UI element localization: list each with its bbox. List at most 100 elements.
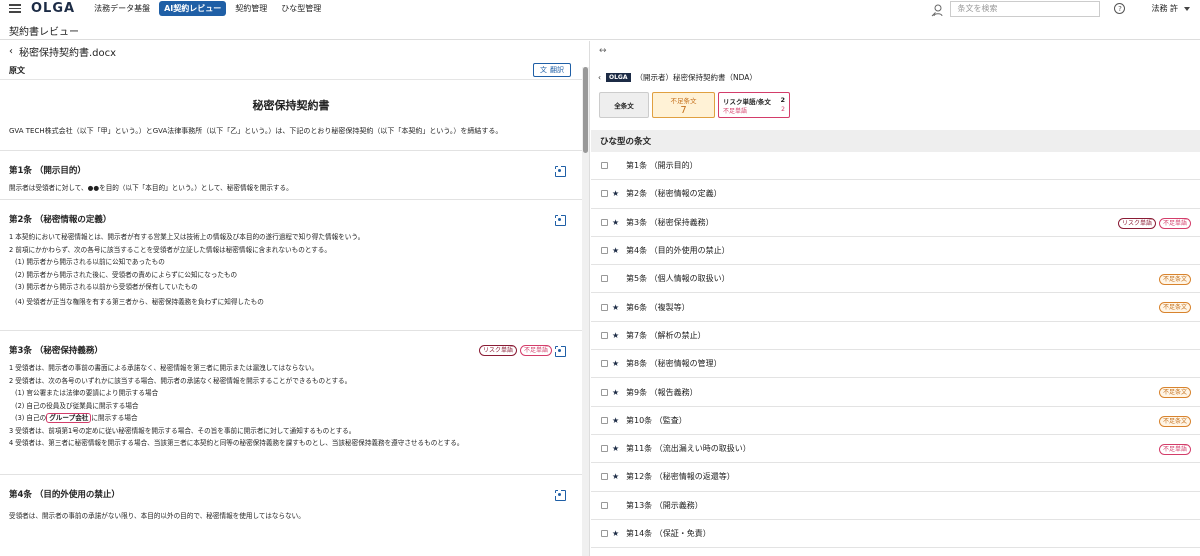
clause-label: 第5条 （個人情報の取扱い） [626, 274, 730, 284]
help-icon[interactable]: ? [1114, 3, 1126, 14]
person-search-icon[interactable] [930, 2, 944, 16]
scrollbar-thumb[interactable] [583, 67, 588, 153]
clause-row[interactable]: ★ 第6条 （複製等） 不足条文 [591, 293, 1200, 322]
translate-label: 翻訳 [550, 66, 564, 74]
clause-checkbox[interactable] [601, 445, 608, 453]
nav-template-management[interactable]: ひな型管理 [276, 1, 326, 16]
tab-all-clauses[interactable]: 全条文 [599, 92, 649, 118]
star-icon: ★ [612, 359, 620, 369]
section-line: 受領者は、開示者の事前の承諾がない限り、本目的以外の目的で、秘密情報を使用しては… [9, 512, 305, 520]
section-line-highlight: (3) 自己の グループ会社 に開示する場合 [9, 412, 564, 425]
nav-legal-data[interactable]: 法務データ基盤 [89, 1, 155, 16]
clause-row[interactable]: ★ 第14条 （保証・免責） [591, 520, 1200, 549]
tab-risk-words[interactable]: リスク単語/条文 2 不足単語 2 [718, 92, 790, 118]
clause-label: 第8条 （秘密情報の管理） [626, 359, 722, 369]
focus-icon[interactable] [554, 164, 566, 177]
focus-icon[interactable] [554, 213, 566, 226]
clause-checkbox[interactable] [601, 360, 608, 368]
missing-clause-tag: 不足条文 [1158, 415, 1191, 427]
clause-checkbox[interactable] [601, 388, 608, 396]
clause-label: 第2条 （秘密情報の定義） [626, 189, 722, 199]
section-line: 1 本契約において秘密情報とは、開示者が有する営業上又は技術上の情報及び本目的の… [9, 233, 365, 241]
clause-checkbox[interactable] [601, 303, 608, 311]
clause-label: 第10条 （監査） [626, 415, 687, 425]
risk-word-tag: リスク単語 [478, 344, 517, 356]
clause-label: 第3条 （秘密保持義務） [626, 217, 714, 227]
clause-checkbox[interactable] [601, 501, 608, 509]
clause-row[interactable]: ★ 第7条 （解析の禁止） [591, 322, 1200, 351]
clause-row[interactable]: 第1条 （開示目的） [591, 152, 1200, 181]
clause-row[interactable]: 第13条 （開示義務） [591, 492, 1200, 520]
document-pane: ‹ 秘密保持契約書.docx 原文 文 翻訳 秘密保持契約書 GVA TECH株… [0, 41, 590, 556]
scrollbar[interactable] [582, 67, 589, 556]
clause-row[interactable]: ★ 第9条 （報告義務） 不足条文 [591, 378, 1200, 407]
main-nav: 法務データ基盤 AI契約レビュー 契約管理 ひな型管理 [89, 1, 326, 16]
star-icon: ★ [612, 529, 620, 538]
user-menu[interactable]: 法務 許 [1151, 3, 1190, 14]
preamble: GVA TECH株式会社（以下「甲」という。）とGVA法律事務所（以下「乙」とい… [9, 127, 503, 135]
line-text: (3) 自己の [15, 414, 47, 422]
user-name: 法務 許 [1151, 4, 1178, 13]
clause-label: 第4条 （目的外使用の禁止） [626, 246, 730, 256]
clause-checkbox[interactable] [601, 218, 608, 226]
chevron-down-icon [1184, 6, 1190, 11]
missing-clause-tag: 不足条文 [1158, 274, 1191, 286]
clause-row[interactable]: 第5条 （個人情報の取扱い） 不足条文 [591, 265, 1200, 294]
clause-checkbox[interactable] [601, 162, 608, 170]
clause-row[interactable]: ★ 第2条 （秘密情報の定義） [591, 180, 1200, 209]
clause-checkbox[interactable] [601, 275, 608, 283]
missing-word-tag: 不足単語 [1158, 443, 1191, 455]
focus-icon[interactable] [554, 488, 566, 501]
expand-horizontal-icon[interactable]: ↔ [599, 46, 607, 56]
tab-count: 2 [781, 105, 785, 113]
clause-row[interactable]: ★ 第12条 （秘密情報の返還等） [591, 463, 1200, 492]
document-body: 秘密保持契約書 GVA TECH株式会社（以下「甲」という。）とGVA法律事務所… [0, 80, 582, 534]
clause-label: 第11条 （流出漏えい時の取扱い） [626, 444, 751, 454]
contract-title-row: ‹ OLGA （開示者）秘密保持契約書（NDA） [598, 72, 757, 83]
clause-label: 第14条 （保証・免責） [626, 529, 711, 538]
clause-checkbox[interactable] [601, 416, 608, 424]
filter-tabs: 全条文 不足条文 7 リスク単語/条文 2 不足単語 2 [599, 92, 790, 118]
star-icon: ★ [612, 415, 620, 425]
highlighted-word[interactable]: グループ会社 [46, 413, 92, 423]
original-label: 原文 [9, 65, 25, 75]
clause-label: 第6条 （複製等） [626, 302, 690, 312]
menu-icon[interactable] [9, 4, 21, 13]
nav-ai-review[interactable]: AI契約レビュー [159, 1, 227, 16]
focus-icon[interactable] [554, 344, 566, 357]
translate-icon: 文 [540, 66, 547, 74]
clause-label: 第7条 （解析の禁止） [626, 330, 706, 340]
template-pane: ↔ ‹ OLGA （開示者）秘密保持契約書（NDA） 全条文 不足条文 7 リス… [591, 41, 1200, 556]
clause-row[interactable]: ★ 第3条 （秘密保持義務） リスク単語 不足単語 [591, 209, 1200, 237]
app-logo[interactable]: OLGA [31, 1, 75, 16]
nav-contract-management[interactable]: 契約管理 [230, 1, 272, 16]
clause-search-input[interactable]: 条文を検索 [950, 0, 1101, 17]
missing-clause-tag: 不足条文 [1158, 387, 1191, 399]
tab-missing-clauses[interactable]: 不足条文 7 [652, 92, 715, 118]
clause-row[interactable]: ★ 第8条 （秘密情報の管理） [591, 350, 1200, 379]
section-2: 第2条 （秘密情報の定義） 1 本契約において秘密情報とは、開示者が有する営業上… [0, 199, 582, 330]
translate-button[interactable]: 文 翻訳 [533, 63, 571, 77]
back-chevron-icon[interactable]: ‹ [9, 46, 13, 57]
clause-row[interactable]: ★ 第4条 （目的外使用の禁止） [591, 237, 1200, 266]
clause-checkbox[interactable] [601, 331, 608, 339]
section-line: 2 受領者は、次の各号のいずれかに該当する場合、開示者の承諾なく秘密情報を開示す… [9, 376, 352, 385]
section-title: 第1条 （開示目的） [9, 166, 86, 176]
star-icon: ★ [612, 302, 620, 312]
clause-checkbox[interactable] [601, 530, 608, 537]
section-line: 2 前項にかかわらず、次の各号に該当することを受領者が立証した情報は秘密情報に含… [9, 245, 331, 254]
template-clause-list: 第1条 （開示目的） ★ 第2条 （秘密情報の定義） ★ 第3条 （秘密保持義務） リスク… [591, 152, 1200, 549]
clause-label: 第9条 （報告義務） [626, 387, 698, 397]
section-line: 3 受領者は、前項第1号の定めに従い秘密情報を開示する場合、その旨を事前に開示者… [9, 426, 356, 435]
tab-label: 不足単語 [723, 107, 748, 115]
section-title: 第4条 （目的外使用の禁止） [9, 490, 120, 500]
clause-checkbox[interactable] [601, 473, 608, 481]
back-chevron-icon[interactable]: ‹ [598, 73, 601, 82]
clause-checkbox[interactable] [601, 190, 608, 198]
clause-row[interactable]: ★ 第11条 （流出漏えい時の取扱い） 不足単語 [591, 435, 1200, 464]
tab-count: 2 [780, 95, 785, 104]
section-line: 4 受領者は、第三者に秘密情報を開示する場合、当該第三者に本契約と同等の秘密保持… [9, 439, 464, 447]
section-1: 第1条 （開示目的） 開示者は受領者に対して、●●を目的（以下「本目的」という。… [0, 150, 582, 199]
clause-checkbox[interactable] [601, 247, 608, 255]
clause-row[interactable]: ★ 第10条 （監査） 不足条文 [591, 407, 1200, 435]
